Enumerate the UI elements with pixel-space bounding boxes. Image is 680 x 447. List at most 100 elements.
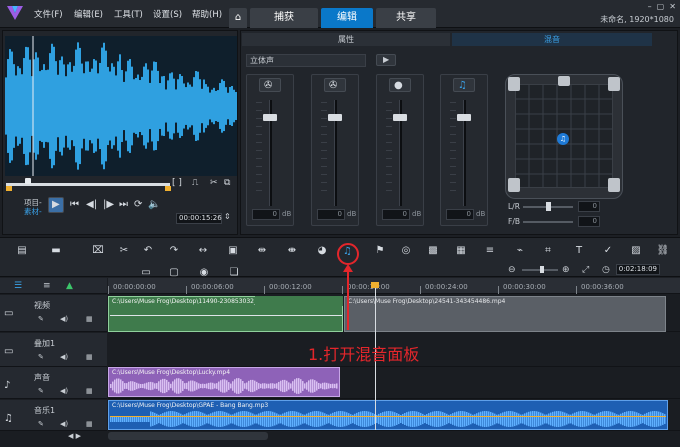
storyboard-view-icon[interactable]: ▤ <box>14 244 30 258</box>
crop-icon[interactable]: ⌗ <box>540 244 556 258</box>
screen-icon[interactable]: ▣ <box>225 244 241 258</box>
timeline-scrollbar[interactable] <box>108 432 268 440</box>
layout-icon[interactable]: ▦ <box>453 244 469 258</box>
fader-channel-button[interactable]: ● <box>389 78 411 92</box>
fader-channel-button[interactable]: ♫ <box>453 78 475 92</box>
surround-position-dot[interactable]: ♫ <box>557 133 569 145</box>
menu-help[interactable]: 帮助(H) <box>192 8 222 20</box>
copy-icon[interactable]: ⧉ <box>224 178 230 188</box>
ripple-icon[interactable]: ▦ <box>86 315 93 323</box>
ripple-icon[interactable]: ▦ <box>86 353 93 361</box>
lr-slider-handle[interactable] <box>546 202 551 211</box>
zoom-out-icon[interactable]: ⊖ <box>508 265 516 275</box>
mark-out-handle[interactable] <box>165 186 171 191</box>
repeat-icon[interactable]: ⟳ <box>134 198 142 212</box>
scrubber-handle[interactable] <box>25 178 31 184</box>
edit-icon[interactable]: ✎ <box>38 315 44 323</box>
fit-project-icon[interactable]: ↔ <box>195 244 211 258</box>
fader-knob[interactable] <box>328 114 342 121</box>
tab-capture[interactable]: 捕获 <box>250 8 318 28</box>
link-icon[interactable]: ⛓ <box>655 244 671 258</box>
mark-brackets-icon[interactable]: [ ] <box>172 178 182 188</box>
fader-value[interactable]: 0 <box>446 209 474 220</box>
split-icon[interactable]: ✂ <box>210 178 218 188</box>
next-frame-icon[interactable]: |▶ <box>103 198 114 212</box>
marker-icon[interactable]: ▲ <box>66 281 73 291</box>
fader-value[interactable]: 0 <box>252 209 280 220</box>
go-end-icon[interactable]: ⏭ <box>119 198 128 212</box>
home-tab[interactable]: ⌂ <box>229 8 247 28</box>
speaker-front-right-icon <box>608 77 620 91</box>
mark-in-handle[interactable] <box>6 186 12 191</box>
play-button[interactable]: ▶ <box>48 197 64 213</box>
fader-value[interactable]: 0 <box>382 209 410 220</box>
tools-icon[interactable]: ✂ <box>116 244 132 258</box>
fader-tick <box>256 110 262 111</box>
fader-knob[interactable] <box>393 114 407 121</box>
image-icon[interactable]: ▨ <box>628 244 644 258</box>
fader-knob[interactable] <box>457 114 471 121</box>
motion-icon[interactable]: ≡ <box>482 244 498 258</box>
fader-knob[interactable] <box>263 114 277 121</box>
track-manager-icon[interactable]: ☰ <box>14 281 22 291</box>
menu-settings[interactable]: 设置(S) <box>153 8 182 20</box>
menu-edit[interactable]: 编辑(E) <box>74 8 103 20</box>
timecode-stepper[interactable]: ⇕ <box>224 212 231 221</box>
transition-icon[interactable]: ⇹ <box>254 244 270 258</box>
mixer-play-button[interactable]: ▶ <box>376 54 396 66</box>
title-icon[interactable]: ▩ <box>425 244 441 258</box>
tab-share[interactable]: 共享 <box>376 8 436 28</box>
go-start-icon[interactable]: ⏮ <box>70 198 79 212</box>
scroll-arrows[interactable]: ◀ ▶ <box>68 432 81 440</box>
edit-icon[interactable]: ✎ <box>38 353 44 361</box>
fb-slider[interactable] <box>523 221 573 223</box>
fit-icon[interactable]: ⤢ <box>582 265 589 275</box>
zoom-slider-handle[interactable] <box>540 266 544 273</box>
playhead-handle[interactable] <box>371 282 379 288</box>
check-icon[interactable]: ✓ <box>600 244 616 258</box>
fader-value[interactable]: 0 <box>317 209 345 220</box>
mix-icon[interactable]: ◎ <box>398 244 414 258</box>
video-clip-2[interactable]: C:\Users\Muse Frog\Desktop\24541-3434544… <box>344 296 666 332</box>
fader-channel-button[interactable]: ✇ <box>259 78 281 92</box>
window-controls[interactable]: – ▢ ✕ <box>600 2 676 12</box>
fader-tick <box>450 174 456 175</box>
undo-save-icon[interactable]: ⌧ <box>90 244 106 258</box>
timecode-display[interactable]: 00:00:15:26 <box>176 213 222 224</box>
edit-icon[interactable]: ✎ <box>38 387 44 395</box>
menu-file[interactable]: 文件(F) <box>34 8 63 20</box>
tab-edit[interactable]: 编辑 <box>321 8 373 28</box>
music-volume-line[interactable] <box>110 416 666 417</box>
text-icon[interactable]: T <box>571 244 587 258</box>
clip-mode-label[interactable]: 素材- <box>24 206 42 217</box>
tab-mixer[interactable]: 混音 <box>452 33 652 46</box>
redo-icon[interactable]: ↷ <box>166 244 182 258</box>
chapter-stop-icon[interactable]: ⚑ <box>372 244 388 258</box>
zoom-in-icon[interactable]: ⊕ <box>562 265 570 275</box>
volume-icon[interactable]: 🔈 <box>148 198 160 212</box>
lr-value[interactable]: 0 <box>578 201 600 212</box>
menu-tools[interactable]: 工具(T) <box>114 8 143 20</box>
timeline-view-icon[interactable]: ▬ <box>48 244 64 258</box>
prev-frame-icon[interactable]: ◀| <box>86 198 97 212</box>
speaker-icon[interactable]: ◀) <box>60 353 68 361</box>
speaker-icon[interactable]: ◀) <box>60 315 68 323</box>
undo-icon[interactable]: ↶ <box>140 244 156 258</box>
ripple-icon[interactable]: ▦ <box>86 387 93 395</box>
path-icon[interactable]: ⌁ <box>512 244 528 258</box>
edit-icon[interactable]: ✎ <box>38 420 44 428</box>
speaker-icon[interactable]: ◀) <box>60 387 68 395</box>
chapter-icon[interactable]: ≡ <box>43 281 51 291</box>
ripple-icon[interactable]: ▦ <box>86 420 93 428</box>
sound-mixer-button-icon[interactable]: ♫ <box>343 246 352 257</box>
tab-attributes[interactable]: 属性 <box>242 33 450 46</box>
project-duration: 0:02:18:09 <box>616 264 660 275</box>
fader-channel-button[interactable]: ✇ <box>324 78 346 92</box>
speaker-icon[interactable]: ◀) <box>60 420 68 428</box>
color-icon[interactable]: ◕ <box>314 244 330 258</box>
slip-icon[interactable]: ⇼ <box>284 244 300 258</box>
video-volume-line[interactable] <box>110 315 342 316</box>
channel-select[interactable]: 立体声 <box>246 54 366 67</box>
fb-value[interactable]: 0 <box>578 216 600 227</box>
snapshot-icon[interactable]: ⎍ <box>192 178 198 188</box>
